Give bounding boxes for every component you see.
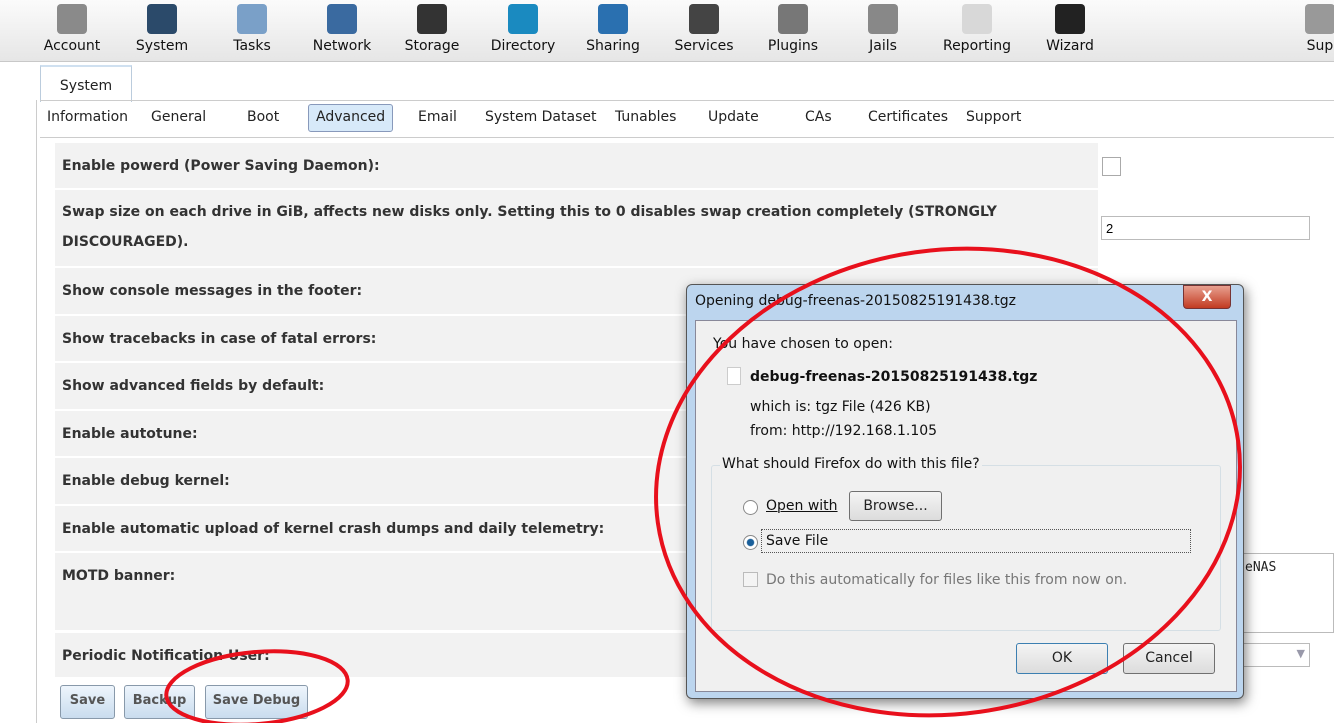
tab-system[interactable]: System — [40, 65, 132, 102]
file-type: tgz File (426 KB) — [815, 399, 931, 415]
form-row-label: Enable powerd (Power Saving Daemon): — [55, 143, 1098, 188]
ok-button[interactable]: OK — [1016, 643, 1108, 674]
subtab-tunables[interactable]: Tunables — [608, 104, 683, 130]
subtab-system-dataset[interactable]: System Dataset — [478, 104, 603, 130]
divider — [40, 137, 1334, 138]
toolbar-services[interactable]: Services — [659, 4, 749, 54]
toolbar-plugins[interactable]: Plugins — [748, 4, 838, 54]
swap-size-input[interactable] — [1101, 216, 1310, 240]
subtab-advanced[interactable]: Advanced — [308, 104, 394, 132]
toolbar-label: Storage — [404, 38, 460, 54]
sharing-icon — [598, 4, 628, 34]
save-file-label[interactable]: Save File — [766, 533, 828, 549]
subtab-update[interactable]: Update — [701, 104, 766, 130]
action-group: What should Firefox do with this file? O… — [711, 456, 1221, 631]
dialog-body: You have chosen to open: debug-freenas-2… — [695, 320, 1237, 692]
toolbar-label: Services — [674, 38, 734, 54]
toolbar-tasks[interactable]: Tasks — [207, 4, 297, 54]
save-debug-button[interactable]: Save Debug — [205, 685, 308, 719]
jails-icon — [868, 4, 898, 34]
powerd-checkbox[interactable] — [1102, 157, 1121, 176]
open-with-label[interactable]: Open with — [766, 498, 838, 514]
network-icon — [327, 4, 357, 34]
auto-checkbox[interactable] — [743, 572, 758, 587]
system-icon — [147, 4, 177, 34]
motd-textarea[interactable]: eNAS — [1240, 553, 1334, 633]
divider — [40, 100, 1334, 101]
toolbar-wizard[interactable]: Wizard — [1025, 4, 1115, 54]
toolbar-reporting[interactable]: Reporting — [932, 4, 1022, 54]
storage-icon — [417, 4, 447, 34]
left-tree-pane — [0, 100, 37, 723]
toolbar-label: Tasks — [233, 38, 271, 54]
services-icon — [689, 4, 719, 34]
toolbar-storage[interactable]: Storage — [387, 4, 477, 54]
tasks-icon — [237, 4, 267, 34]
toolbar-system[interactable]: System — [117, 4, 207, 54]
from-label: from: — [750, 423, 788, 439]
source-url: http://192.168.1.105 — [791, 423, 938, 439]
directory-icon — [508, 4, 538, 34]
plugins-icon — [778, 4, 808, 34]
subtab-email[interactable]: Email — [411, 104, 464, 130]
toolbar-label: System — [135, 38, 189, 54]
toolbar-label: Plugins — [767, 38, 819, 54]
save-button[interactable]: Save — [60, 685, 115, 719]
toolbar-sharing[interactable]: Sharing — [568, 4, 658, 54]
toolbar-label: Wizard — [1046, 38, 1094, 54]
wizard-icon — [1055, 4, 1085, 34]
subtab-cas[interactable]: CAs — [798, 104, 839, 130]
close-button[interactable]: X — [1183, 285, 1231, 309]
toolbar-label: Network — [312, 38, 372, 54]
subtab-general[interactable]: General — [144, 104, 213, 130]
save-file-radio[interactable] — [743, 535, 758, 550]
form-row-label: Swap size on each drive in GiB, affects … — [55, 190, 1098, 266]
backup-button[interactable]: Backup — [124, 685, 195, 719]
filename: debug-freenas-20150825191438.tgz — [750, 369, 1038, 385]
chosen-label: You have chosen to open: — [713, 336, 893, 352]
toolbar-label: Reporting — [942, 38, 1012, 54]
toolbar-label: Sup — [1306, 38, 1334, 54]
cancel-button[interactable]: Cancel — [1123, 643, 1215, 674]
action-question: What should Firefox do with this file? — [720, 456, 982, 472]
dialog-title: Opening debug-freenas-20150825191438.tgz — [695, 293, 1016, 309]
subtab-support[interactable]: Support — [959, 104, 1028, 130]
sup-icon — [1305, 4, 1334, 34]
browse-button[interactable]: Browse... — [849, 491, 942, 521]
notification-user-select[interactable]: ▼ — [1240, 643, 1310, 667]
download-dialog: Opening debug-freenas-20150825191438.tgz… — [686, 284, 1244, 699]
reporting-icon — [962, 4, 992, 34]
subtab-boot[interactable]: Boot — [240, 104, 286, 130]
chevron-down-icon: ▼ — [1296, 647, 1305, 660]
toolbar-label: Directory — [490, 38, 556, 54]
open-with-radio[interactable] — [743, 500, 758, 515]
toolbar-label: Jails — [869, 38, 897, 54]
subtab-information[interactable]: Information — [40, 104, 135, 130]
toolbar-network[interactable]: Network — [297, 4, 387, 54]
toolbar-label: Account — [43, 38, 101, 54]
toolbar-label: Sharing — [586, 38, 640, 54]
toolbar-account[interactable]: Account — [27, 4, 117, 54]
toolbar-directory[interactable]: Directory — [478, 4, 568, 54]
account-icon — [57, 4, 87, 34]
file-icon — [727, 367, 741, 385]
main-toolbar: Account System Tasks Network Storage Director… — [0, 0, 1334, 62]
auto-label: Do this automatically for files like thi… — [766, 572, 1128, 588]
toolbar-jails[interactable]: Jails — [838, 4, 928, 54]
subtab-certificates[interactable]: Certificates — [861, 104, 955, 130]
which-label: which is: — [750, 399, 812, 415]
toolbar-sup[interactable]: Sup — [1275, 4, 1334, 54]
